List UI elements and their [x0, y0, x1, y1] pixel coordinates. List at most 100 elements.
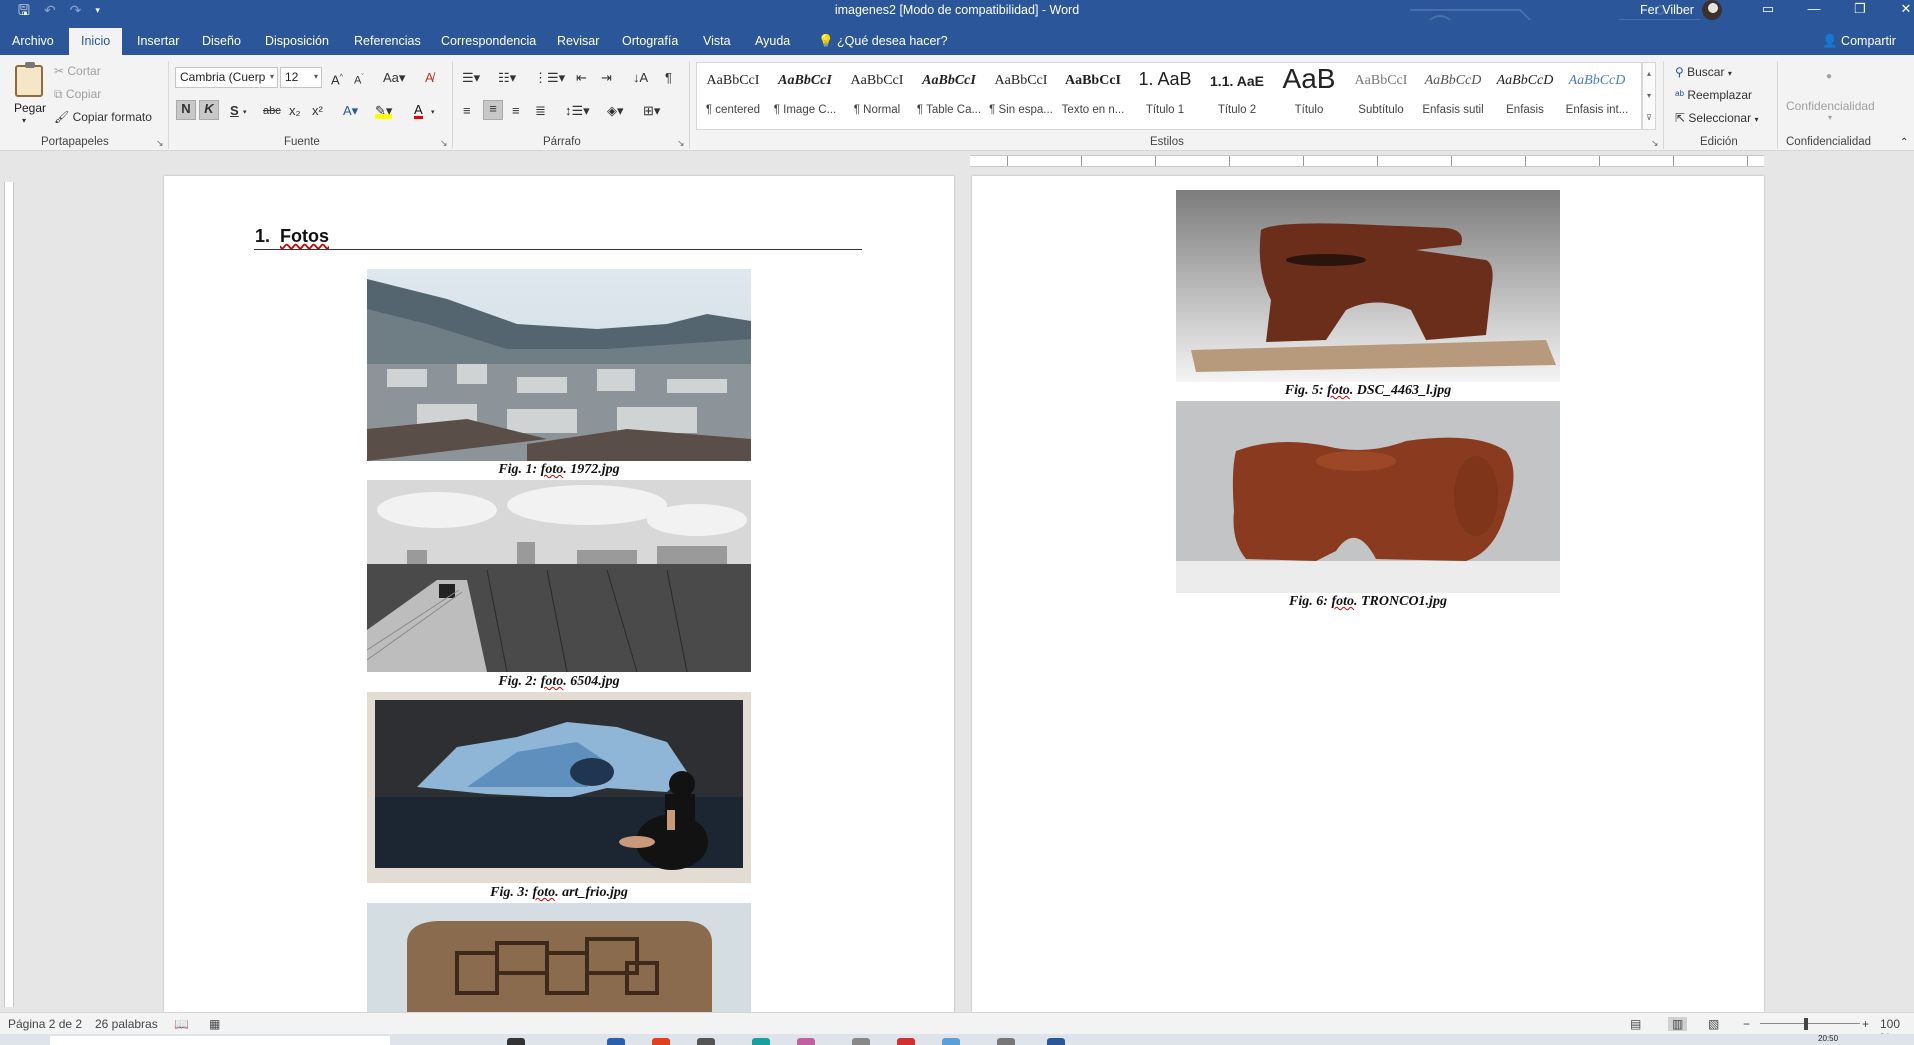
decrease-indent-icon[interactable]: ⇤: [576, 70, 587, 86]
taskbar-app-icon[interactable]: [507, 1038, 525, 1045]
tab-disposicion[interactable]: Disposición: [265, 34, 329, 48]
line-spacing-icon[interactable]: ↕☰▾: [565, 103, 590, 119]
text-effects-icon[interactable]: A▾: [343, 103, 358, 119]
zoom-slider[interactable]: [1760, 1023, 1860, 1024]
taskbar-app-icon[interactable]: [652, 1038, 670, 1045]
taskbar-app-icon[interactable]: [607, 1038, 625, 1045]
style-titulo-2[interactable]: 1.1. AaE Título 2: [1201, 63, 1273, 129]
minimize-icon[interactable]: —: [1791, 0, 1837, 20]
copy-button[interactable]: ⧉ Copiar: [54, 87, 101, 102]
paste-icon[interactable]: [15, 62, 43, 97]
ribbon-display-options-icon[interactable]: ▭: [1745, 0, 1791, 20]
tab-insertar[interactable]: Insertar: [137, 34, 179, 48]
word-count[interactable]: 26 palabras: [95, 1017, 158, 1031]
vertical-ruler[interactable]: [0, 152, 18, 1012]
tab-revisar[interactable]: Revisar: [557, 34, 599, 48]
figure-1-image[interactable]: [367, 269, 751, 461]
collapse-ribbon-icon[interactable]: ⌃: [1900, 137, 1908, 148]
zoom-in-icon[interactable]: +: [1862, 1017, 1869, 1031]
font-color-icon[interactable]: A: [414, 103, 423, 119]
horizontal-ruler[interactable]: [970, 155, 1764, 167]
style-table-caption[interactable]: AaBbCcI ¶ Table Ca...: [913, 63, 985, 129]
paragraph-launcher-icon[interactable]: ↘: [677, 138, 685, 149]
tab-correspondencia[interactable]: Correspondencia: [441, 34, 536, 48]
zoom-out-icon[interactable]: −: [1743, 1017, 1750, 1031]
proofing-icon[interactable]: 📖: [174, 1017, 189, 1031]
style-titulo[interactable]: AaB Título: [1273, 63, 1345, 129]
close-icon[interactable]: ✕: [1883, 0, 1914, 20]
align-center-icon[interactable]: ≡: [483, 100, 503, 120]
strikethrough-button[interactable]: abc: [263, 103, 281, 119]
style-normal[interactable]: AaBbCcI ¶ Normal: [841, 63, 913, 129]
tab-inicio[interactable]: Inicio: [69, 28, 123, 55]
style-enfasis-intenso[interactable]: AaBbCcD Énfasis int...: [1561, 63, 1633, 129]
taskbar-app-icon[interactable]: [852, 1038, 870, 1045]
figure-2-caption[interactable]: Fig. 2: foto. 6504.jpg: [367, 674, 751, 690]
read-mode-icon[interactable]: ▤: [1630, 1017, 1641, 1031]
cut-button[interactable]: ✂ Cortar: [54, 64, 101, 78]
style-no-spacing[interactable]: AaBbCcI ¶ Sin espa...: [985, 63, 1057, 129]
macro-record-icon[interactable]: ▦: [209, 1017, 220, 1031]
multilevel-list-icon[interactable]: ⋮☰▾: [534, 70, 565, 86]
taskbar-app-icon[interactable]: [697, 1038, 715, 1045]
superscript-icon[interactable]: x²: [312, 103, 323, 119]
underline-button[interactable]: S: [230, 103, 239, 119]
sensitivity-button[interactable]: Confidencialidad: [1786, 99, 1875, 113]
paste-dropdown-icon[interactable]: ▾: [22, 116, 26, 125]
styles-gallery-scroll[interactable]: ▴ ▾ ⊽: [1642, 62, 1656, 130]
tab-ayuda[interactable]: Ayuda: [755, 34, 790, 48]
sort-icon[interactable]: ↓A: [633, 70, 648, 86]
clipboard-launcher-icon[interactable]: ↘: [156, 138, 164, 149]
format-painter-button[interactable]: 🖌 Copiar formato: [54, 110, 152, 124]
shading-icon[interactable]: ◈▾: [607, 103, 624, 119]
taskbar-app-icon[interactable]: [897, 1038, 915, 1045]
tab-vista[interactable]: Vista: [703, 34, 731, 48]
show-formatting-icon[interactable]: ¶: [665, 70, 672, 86]
bullets-icon[interactable]: ☰▾: [462, 70, 480, 86]
replace-button[interactable]: ᵃᵇ Reemplazar: [1675, 88, 1752, 102]
subscript-icon[interactable]: x₂: [289, 103, 301, 119]
font-launcher-icon[interactable]: ↘: [440, 138, 448, 149]
heading-1[interactable]: 1. Fotos: [255, 226, 329, 247]
tell-me-search[interactable]: 💡 ¿Qué desea hacer?: [818, 34, 948, 49]
style-centered[interactable]: AaBbCcI ¶ centered: [697, 63, 769, 129]
italic-button[interactable]: K: [199, 100, 219, 120]
share-button[interactable]: 👤 Compartir: [1822, 34, 1896, 49]
figure-3-caption[interactable]: Fig. 3: foto. art_frio.jpg: [367, 885, 751, 901]
style-titulo-1[interactable]: 1. AaB Título 1: [1129, 63, 1201, 129]
tab-archivo[interactable]: Archivo: [12, 34, 54, 48]
sensitivity-dropdown-icon[interactable]: ▾: [1828, 113, 1832, 122]
taskbar-app-icon[interactable]: [797, 1038, 815, 1045]
tab-referencias[interactable]: Referencias: [354, 34, 421, 48]
chevron-down-icon[interactable]: ▾: [1643, 85, 1655, 107]
align-right-icon[interactable]: ≡: [512, 103, 520, 119]
user-name[interactable]: Fer Vilber: [1640, 3, 1694, 17]
figure-2-image[interactable]: [367, 480, 751, 672]
align-left-icon[interactable]: ≡: [463, 103, 471, 119]
increase-indent-icon[interactable]: ⇥: [601, 70, 612, 86]
taskbar-app-icon[interactable]: [997, 1038, 1015, 1045]
paste-button[interactable]: Pegar: [14, 101, 46, 115]
font-name-select[interactable]: Cambria (Cuerp ▾: [175, 67, 278, 88]
justify-icon[interactable]: ≣: [535, 103, 546, 119]
style-texto-en-negrita[interactable]: AaBbCcI Texto en n...: [1057, 63, 1129, 129]
numbering-icon[interactable]: ☷▾: [498, 70, 516, 86]
tab-ortografia[interactable]: Ortografía: [622, 34, 678, 48]
clear-formatting-icon[interactable]: A̸: [425, 70, 434, 86]
print-layout-icon[interactable]: ▥: [1668, 1017, 1688, 1031]
font-size-select[interactable]: 12 ▾: [280, 67, 322, 88]
figure-1-caption[interactable]: Fig. 1: foto. 1972.jpg: [367, 462, 751, 478]
style-image-caption[interactable]: AaBbCcI ¶ Image C...: [769, 63, 841, 129]
taskbar-app-icon[interactable]: [942, 1038, 960, 1045]
shrink-font-icon[interactable]: Aˇ: [354, 70, 364, 89]
page-count[interactable]: Página 2 de 2: [8, 1017, 82, 1031]
font-color-dropdown-icon[interactable]: ▾: [431, 105, 435, 121]
styles-launcher-icon[interactable]: ↘: [1651, 138, 1659, 149]
taskbar-word-icon[interactable]: [1047, 1038, 1065, 1045]
figure-5-image[interactable]: [1176, 190, 1560, 382]
taskbar-clock[interactable]: 20:50: [1818, 1034, 1838, 1043]
zoom-slider-thumb[interactable]: [1804, 1018, 1808, 1030]
change-case-icon[interactable]: Aa▾: [383, 70, 405, 86]
avatar[interactable]: [1702, 0, 1722, 20]
chevron-up-icon[interactable]: ▴: [1643, 63, 1655, 85]
